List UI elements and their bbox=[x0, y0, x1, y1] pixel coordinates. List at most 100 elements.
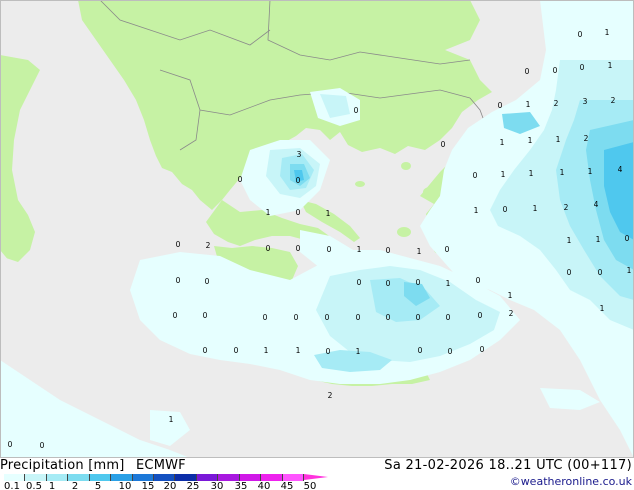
scale-swatch bbox=[261, 474, 283, 481]
precip-value-label: 0 bbox=[356, 313, 361, 322]
scale-swatch bbox=[218, 474, 240, 481]
precip-value-label: 0 bbox=[416, 313, 421, 322]
model-name: ECMWF bbox=[136, 458, 186, 473]
scale-swatch bbox=[282, 474, 304, 481]
precip-value-label: 1 bbox=[600, 304, 605, 313]
precip-value-label: 2 bbox=[554, 99, 559, 108]
precip-value-label: 0 bbox=[203, 311, 208, 320]
precip-value-label: 0 bbox=[386, 246, 391, 255]
precip-value-label: 0 bbox=[480, 345, 485, 354]
precip-value-label: 1 bbox=[567, 236, 572, 245]
precip-value-label: 1 bbox=[357, 245, 362, 254]
precip-value-label: 0 bbox=[296, 176, 301, 185]
precip-value-label: 1 bbox=[296, 346, 301, 355]
precip-value-label: 0 bbox=[503, 205, 508, 214]
precip-value-label: 2 bbox=[206, 241, 211, 250]
scale-swatch bbox=[89, 474, 112, 481]
precip-value-label: 1 bbox=[627, 266, 632, 275]
precip-value-label: 0 bbox=[176, 240, 181, 249]
precip-value-label: 0 bbox=[441, 140, 446, 149]
scale-label: 25 bbox=[186, 481, 200, 490]
legend-title: Precipitation [mm] bbox=[0, 458, 125, 473]
color-scale-bar bbox=[4, 474, 332, 481]
precip-value-label: 2 bbox=[509, 309, 514, 318]
scale-label: 30 bbox=[210, 481, 224, 490]
precip-value-label: 1 bbox=[533, 204, 538, 213]
precip-value-label: 1 bbox=[417, 247, 422, 256]
scale-label: 35 bbox=[234, 481, 248, 490]
precip-value-label: 0 bbox=[296, 244, 301, 253]
scale-swatch bbox=[25, 474, 47, 481]
scale-label: 15 bbox=[141, 481, 155, 490]
scale-label: 10 bbox=[118, 481, 132, 490]
precip-value-label: 0 bbox=[205, 277, 210, 286]
precip-value-label: 1 bbox=[556, 135, 561, 144]
scale-swatch bbox=[68, 474, 90, 481]
precipitation-map[interactable]: 0 1 0 0 0 1 0 1 2 3 2 0 0 1 1 1 2 3 0 0 1 1 1 1 4 0 1 0 1 1 0 1 2 4 0 2 0 0 0 1… bbox=[0, 0, 634, 458]
precip-value-label: 0 bbox=[294, 313, 299, 322]
precip-value-label: 0 bbox=[580, 63, 585, 72]
precip-value-label: 0 bbox=[625, 234, 630, 243]
scale-label: 20 bbox=[163, 481, 177, 490]
precip-value-label: 0 bbox=[176, 276, 181, 285]
scale-label: 40 bbox=[257, 481, 271, 490]
precip-value-label: 1 bbox=[264, 346, 269, 355]
precip-value-label: 0 bbox=[173, 311, 178, 320]
scale-label: 0.5 bbox=[26, 481, 42, 490]
scale-label: 0.1 bbox=[4, 481, 20, 490]
precip-value-label: 0 bbox=[354, 106, 359, 115]
scale-swatch bbox=[46, 474, 69, 481]
precip-value-label: 0 bbox=[266, 244, 271, 253]
precip-value-label: 0 bbox=[386, 279, 391, 288]
precip-value-label: 0 bbox=[416, 278, 421, 287]
precip-value-label: 0 bbox=[446, 313, 451, 322]
precip-value-label: 0 bbox=[445, 245, 450, 254]
precip-value-label: 1 bbox=[500, 138, 505, 147]
precip-value-label: 0 bbox=[296, 208, 301, 217]
precip-value-label: 0 bbox=[325, 313, 330, 322]
precip-value-label: 1 bbox=[356, 347, 361, 356]
scale-swatch bbox=[196, 474, 219, 481]
precip-value-label: 0 bbox=[386, 313, 391, 322]
precip-value-label: 0 bbox=[578, 30, 583, 39]
scale-label: 45 bbox=[280, 481, 294, 490]
credit-link[interactable]: ©weatheronline.co.uk bbox=[510, 475, 632, 488]
precip-value-label: 0 bbox=[476, 276, 481, 285]
precip-value-label: 1 bbox=[474, 206, 479, 215]
precip-value-label: 0 bbox=[418, 346, 423, 355]
precip-value-label: 0 bbox=[326, 347, 331, 356]
legend-footer: Precipitation [mm] ECMWF Sa 21-02-2026 1… bbox=[0, 458, 634, 490]
precip-value-label: 0 bbox=[234, 346, 239, 355]
precip-value-label: 1 bbox=[529, 169, 534, 178]
scale-label: 1 bbox=[48, 481, 56, 490]
scale-swatch bbox=[154, 474, 176, 481]
precip-value-label: 1 bbox=[608, 61, 613, 70]
precip-value-label: 0 bbox=[448, 347, 453, 356]
precip-value-label: 0 bbox=[498, 101, 503, 110]
precip-value-label: 3 bbox=[297, 150, 302, 159]
precip-value-label: 1 bbox=[528, 136, 533, 145]
color-scale-arrow bbox=[304, 474, 328, 480]
precip-value-label: 2 bbox=[611, 96, 616, 105]
precip-value-label: 0 bbox=[598, 268, 603, 277]
scale-swatch bbox=[4, 474, 26, 481]
precip-value-label: 0 bbox=[357, 278, 362, 287]
precip-value-label: 0 bbox=[567, 268, 572, 277]
precip-value-label: 1 bbox=[560, 168, 565, 177]
precip-value-label: 1 bbox=[588, 167, 593, 176]
precip-value-label: 2 bbox=[328, 391, 333, 400]
precip-value-label: 1 bbox=[526, 100, 531, 109]
precip-value-label: 0 bbox=[263, 313, 268, 322]
precip-value-label: 1 bbox=[169, 415, 174, 424]
precip-value-label: 0 bbox=[203, 346, 208, 355]
scale-label: 2 bbox=[71, 481, 79, 490]
precip-value-label: 1 bbox=[326, 209, 331, 218]
precip-value-label: 2 bbox=[564, 203, 569, 212]
precip-value-label: 3 bbox=[583, 97, 588, 106]
map-canvas: 0 1 0 0 0 1 0 1 2 3 2 0 0 1 1 1 2 3 0 0 1 1 1 1 4 0 1 0 1 1 0 1 2 4 0 2 0 0 0 1… bbox=[0, 0, 634, 458]
scale-label: 50 bbox=[303, 481, 317, 490]
precip-value-label: 0 bbox=[473, 171, 478, 180]
precip-value-label: 0 bbox=[327, 245, 332, 254]
precip-value-label: 0 bbox=[8, 440, 13, 449]
precip-value-label: 1 bbox=[508, 291, 513, 300]
